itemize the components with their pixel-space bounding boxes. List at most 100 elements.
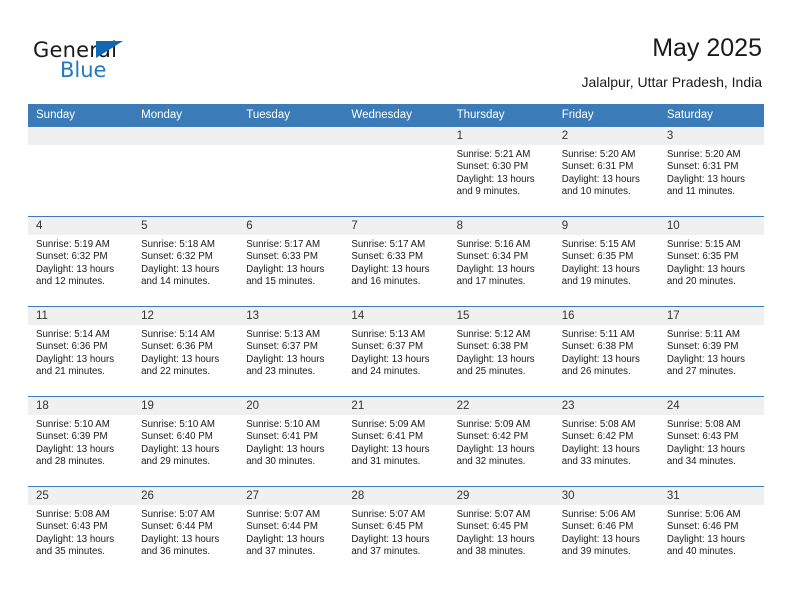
sunset-time: Sunset: 6:32 PM bbox=[141, 251, 213, 263]
day-cell-content: 1 Sunrise: 5:21 AM Sunset: 6:30 PM Daylight… bbox=[448, 127, 554, 216]
calendar-day-cell[interactable]: 26 Sunrise: 5:07 AM Sunset: 6:44 PM Dayligh… bbox=[133, 486, 239, 576]
daylight-duration-line2: and 38 minutes. bbox=[456, 546, 526, 558]
sunrise-time: Sunrise: 5:13 AM bbox=[351, 329, 426, 340]
sunset-time: Sunset: 6:42 PM bbox=[456, 431, 529, 443]
daylight-duration-line1: Daylight: 13 hours bbox=[141, 443, 220, 455]
calendar-day-cell[interactable]: 5 Sunrise: 5:18 AM Sunset: 6:32 PM Daylight… bbox=[133, 216, 239, 307]
daylight-duration-line2: and 29 minutes. bbox=[141, 456, 211, 468]
calendar-day-cell[interactable]: 9 Sunrise: 5:15 AM Sunset: 6:35 PM Daylight… bbox=[553, 216, 659, 307]
calendar-day-cell[interactable]: 14 Sunrise: 5:13 AM Sunset: 6:37 PM Dayligh… bbox=[343, 306, 449, 397]
sunrise-time: Sunrise: 5:21 AM bbox=[456, 149, 531, 160]
calendar-day-cell[interactable]: 21 Sunrise: 5:09 AM Sunset: 6:41 PM Dayligh… bbox=[343, 396, 449, 487]
calendar-day-cell[interactable]: 10 Sunrise: 5:15 AM Sunset: 6:35 PM Dayligh… bbox=[658, 216, 764, 307]
calendar-day-cell[interactable]: 11 Sunrise: 5:14 AM Sunset: 6:36 PM Dayligh… bbox=[28, 306, 134, 397]
calendar-day-cell[interactable]: 23 Sunrise: 5:08 AM Sunset: 6:42 PM Dayligh… bbox=[553, 396, 659, 487]
day-cell-content: 17 Sunrise: 5:11 AM Sunset: 6:39 PM Dayligh… bbox=[658, 307, 764, 396]
calendar-day-cell[interactable]: 7 Sunrise: 5:17 AM Sunset: 6:33 PM Daylight… bbox=[343, 216, 449, 307]
day-cell-content bbox=[28, 127, 134, 216]
day-number bbox=[28, 127, 134, 145]
sunset-time: Sunset: 6:45 PM bbox=[351, 521, 424, 533]
logo-word-blue: Blue bbox=[60, 58, 107, 82]
calendar-day-cell[interactable]: 6 Sunrise: 5:17 AM Sunset: 6:33 PM Daylight… bbox=[238, 216, 344, 307]
weekday-header-row: Sunday Monday Tuesday Wednesday Thursday… bbox=[28, 104, 764, 127]
day-details: Sunrise: 5:07 AM Sunset: 6:44 PM Daylight:… bbox=[238, 505, 343, 559]
sunset-time: Sunset: 6:44 PM bbox=[141, 521, 213, 533]
sunset-time: Sunset: 6:38 PM bbox=[456, 341, 529, 353]
daylight-duration-line1: Daylight: 13 hours bbox=[36, 353, 115, 365]
sunrise-time: Sunrise: 5:16 AM bbox=[456, 239, 531, 250]
daylight-duration-line1: Daylight: 13 hours bbox=[456, 443, 535, 455]
sunrise-time: Sunrise: 5:07 AM bbox=[456, 509, 531, 520]
daylight-duration-line1: Daylight: 13 hours bbox=[351, 263, 430, 275]
calendar-day-cell[interactable]: 31 Sunrise: 5:06 AM Sunset: 6:46 PM Dayligh… bbox=[658, 486, 764, 576]
sunset-time: Sunset: 6:43 PM bbox=[36, 521, 108, 533]
day-cell-content: 18 Sunrise: 5:10 AM Sunset: 6:39 PM Dayligh… bbox=[28, 397, 134, 486]
calendar-day-cell[interactable]: 8 Sunrise: 5:16 AM Sunset: 6:34 PM Daylight… bbox=[448, 216, 554, 307]
day-details: Sunrise: 5:12 AM Sunset: 6:38 PM Daylight:… bbox=[449, 325, 554, 379]
daylight-duration-line2: and 15 minutes. bbox=[246, 276, 316, 288]
calendar-day-cell[interactable]: 13 Sunrise: 5:13 AM Sunset: 6:37 PM Dayligh… bbox=[238, 306, 344, 397]
calendar-day-cell[interactable]: 20 Sunrise: 5:10 AM Sunset: 6:41 PM Dayligh… bbox=[238, 396, 344, 487]
calendar-day-cell[interactable]: 27 Sunrise: 5:07 AM Sunset: 6:44 PM Dayligh… bbox=[238, 486, 344, 576]
calendar-day-cell[interactable]: 3 Sunrise: 5:20 AM Sunset: 6:31 PM Daylight… bbox=[658, 127, 764, 217]
day-cell-content: 31 Sunrise: 5:06 AM Sunset: 6:46 PM Dayligh… bbox=[658, 487, 764, 576]
calendar-day-cell[interactable]: 1 Sunrise: 5:21 AM Sunset: 6:30 PM Daylight… bbox=[448, 127, 554, 217]
daylight-duration-line2: and 14 minutes. bbox=[141, 276, 211, 288]
page-subtitle-location: Jalalpur, Uttar Pradesh, India bbox=[581, 74, 762, 90]
day-cell-content: 15 Sunrise: 5:12 AM Sunset: 6:38 PM Dayligh… bbox=[448, 307, 554, 396]
sunset-time: Sunset: 6:33 PM bbox=[351, 251, 424, 263]
daylight-duration-line1: Daylight: 13 hours bbox=[246, 533, 325, 545]
day-details: Sunrise: 5:11 AM Sunset: 6:38 PM Daylight:… bbox=[554, 325, 659, 379]
calendar-day-cell[interactable]: 19 Sunrise: 5:10 AM Sunset: 6:40 PM Dayligh… bbox=[133, 396, 239, 487]
calendar-day-cell[interactable]: 28 Sunrise: 5:07 AM Sunset: 6:45 PM Dayligh… bbox=[343, 486, 449, 576]
day-details: Sunrise: 5:20 AM Sunset: 6:31 PM Daylight:… bbox=[659, 145, 764, 199]
day-details: Sunrise: 5:06 AM Sunset: 6:46 PM Daylight:… bbox=[659, 505, 764, 559]
calendar-day-cell[interactable]: 4 Sunrise: 5:19 AM Sunset: 6:32 PM Daylight… bbox=[28, 216, 134, 307]
day-cell-content: 24 Sunrise: 5:08 AM Sunset: 6:43 PM Dayligh… bbox=[658, 397, 764, 486]
sunrise-time: Sunrise: 5:18 AM bbox=[141, 239, 215, 250]
day-cell-content: 22 Sunrise: 5:09 AM Sunset: 6:42 PM Dayligh… bbox=[448, 397, 554, 486]
daylight-duration-line2: and 31 minutes. bbox=[351, 456, 421, 468]
daylight-duration-line1: Daylight: 13 hours bbox=[561, 263, 640, 275]
day-number bbox=[133, 127, 239, 145]
day-details: Sunrise: 5:16 AM Sunset: 6:34 PM Daylight:… bbox=[449, 235, 554, 289]
calendar-day-cell[interactable]: 24 Sunrise: 5:08 AM Sunset: 6:43 PM Dayligh… bbox=[658, 396, 764, 487]
day-cell-content: 23 Sunrise: 5:08 AM Sunset: 6:42 PM Dayligh… bbox=[553, 397, 659, 486]
day-number: 26 bbox=[133, 487, 239, 505]
sunset-time: Sunset: 6:46 PM bbox=[666, 521, 739, 533]
daylight-duration-line2: and 40 minutes. bbox=[666, 546, 736, 558]
daylight-duration-line1: Daylight: 13 hours bbox=[456, 353, 535, 365]
day-details: Sunrise: 5:07 AM Sunset: 6:44 PM Daylight:… bbox=[133, 505, 238, 559]
daylight-duration-line1: Daylight: 13 hours bbox=[246, 443, 325, 455]
daylight-duration-line2: and 33 minutes. bbox=[561, 456, 631, 468]
calendar-day-cell[interactable]: 18 Sunrise: 5:10 AM Sunset: 6:39 PM Dayligh… bbox=[28, 396, 134, 487]
calendar-day-cell[interactable]: 12 Sunrise: 5:14 AM Sunset: 6:36 PM Dayligh… bbox=[133, 306, 239, 397]
day-number: 19 bbox=[133, 397, 239, 415]
day-cell-content: 14 Sunrise: 5:13 AM Sunset: 6:37 PM Dayligh… bbox=[343, 307, 449, 396]
day-cell-content bbox=[133, 127, 239, 216]
daylight-duration-line2: and 22 minutes. bbox=[141, 366, 211, 378]
daylight-duration-line1: Daylight: 13 hours bbox=[36, 443, 115, 455]
daylight-duration-line2: and 30 minutes. bbox=[246, 456, 316, 468]
weekday-header-tuesday: Tuesday bbox=[238, 104, 344, 127]
day-number: 24 bbox=[658, 397, 764, 415]
calendar-day-cell[interactable]: 2 Sunrise: 5:20 AM Sunset: 6:31 PM Daylight… bbox=[553, 127, 659, 217]
weekday-header-sunday: Sunday bbox=[28, 104, 134, 127]
calendar-week-row: 18 Sunrise: 5:10 AM Sunset: 6:39 PM Dayligh… bbox=[28, 396, 764, 487]
calendar-day-cell[interactable]: 25 Sunrise: 5:08 AM Sunset: 6:43 PM Dayligh… bbox=[28, 486, 134, 576]
calendar-day-cell[interactable]: 17 Sunrise: 5:11 AM Sunset: 6:39 PM Dayligh… bbox=[658, 306, 764, 397]
sunrise-time: Sunrise: 5:10 AM bbox=[246, 419, 321, 430]
calendar-day-cell[interactable]: 30 Sunrise: 5:06 AM Sunset: 6:46 PM Dayligh… bbox=[553, 486, 659, 576]
calendar-day-cell[interactable]: 15 Sunrise: 5:12 AM Sunset: 6:38 PM Dayligh… bbox=[448, 306, 554, 397]
general-blue-logo[interactable]: General Blue bbox=[33, 38, 213, 88]
sunset-time: Sunset: 6:43 PM bbox=[666, 431, 739, 443]
day-cell-content: 26 Sunrise: 5:07 AM Sunset: 6:44 PM Dayligh… bbox=[133, 487, 239, 576]
calendar-day-cell[interactable]: 29 Sunrise: 5:07 AM Sunset: 6:45 PM Dayligh… bbox=[448, 486, 554, 576]
day-details: Sunrise: 5:19 AM Sunset: 6:32 PM Daylight:… bbox=[28, 235, 133, 289]
calendar-day-cell[interactable]: 16 Sunrise: 5:11 AM Sunset: 6:38 PM Dayligh… bbox=[553, 306, 659, 397]
daylight-duration-line1: Daylight: 13 hours bbox=[666, 173, 745, 185]
calendar-day-cell[interactable]: 22 Sunrise: 5:09 AM Sunset: 6:42 PM Dayligh… bbox=[448, 396, 554, 487]
day-number bbox=[238, 127, 344, 145]
day-number: 13 bbox=[238, 307, 344, 325]
day-number: 8 bbox=[448, 217, 554, 235]
